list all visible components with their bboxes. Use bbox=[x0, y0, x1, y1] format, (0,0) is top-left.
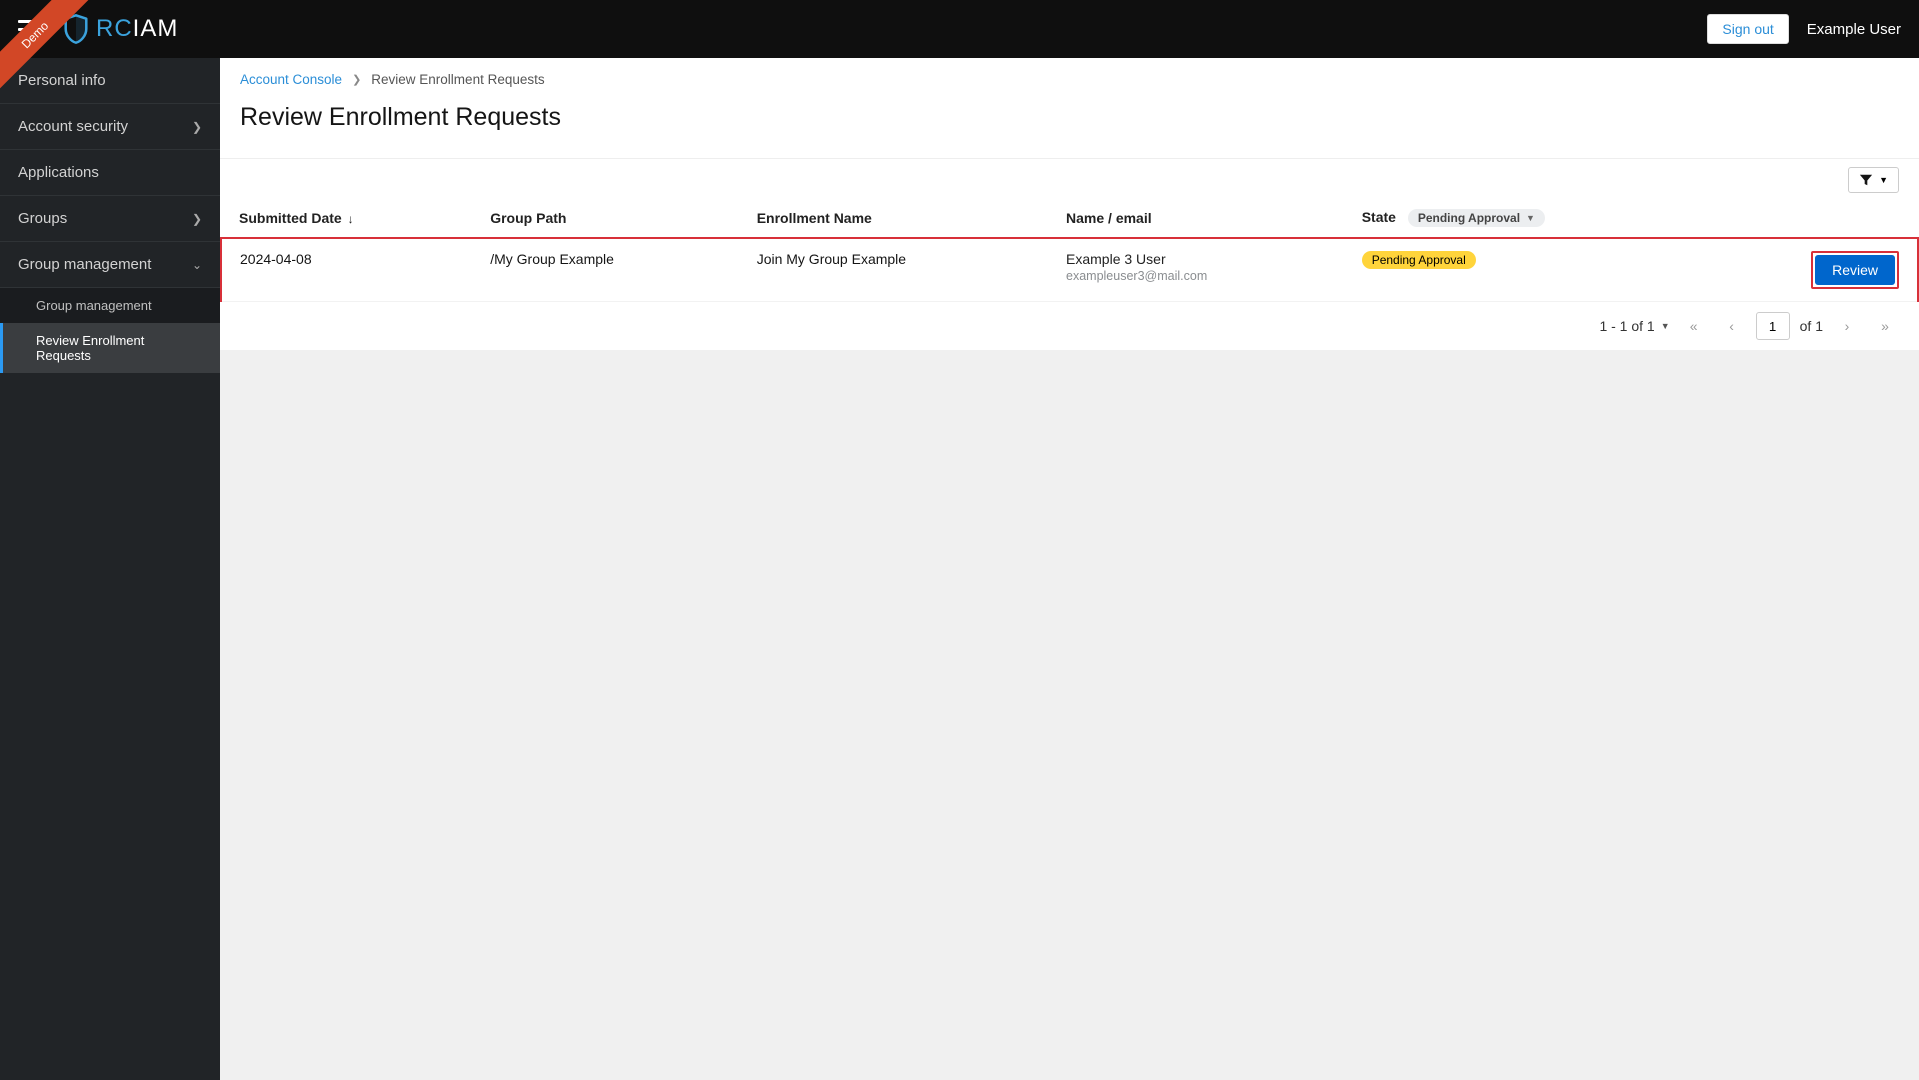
cell-user-email: exampleuser3@mail.com bbox=[1066, 269, 1326, 283]
state-filter-chip[interactable]: Pending Approval ▼ bbox=[1408, 209, 1545, 227]
state-filter-chip-label: Pending Approval bbox=[1418, 211, 1520, 225]
breadcrumb-current: Review Enrollment Requests bbox=[371, 72, 544, 87]
col-state[interactable]: State Pending Approval ▼ bbox=[1344, 199, 1710, 238]
col-actions bbox=[1710, 199, 1918, 238]
signout-button[interactable]: Sign out bbox=[1707, 14, 1788, 44]
cell-enrollment-name: Join My Group Example bbox=[739, 238, 1048, 302]
caret-down-icon: ▼ bbox=[1879, 175, 1888, 185]
pagination: 1 - 1 of 1 ▼ « ‹ of 1 › » bbox=[220, 302, 1919, 350]
col-name-email[interactable]: Name / email bbox=[1048, 199, 1344, 238]
sidebar-item-group-management[interactable]: Group management ⌄ bbox=[0, 242, 220, 288]
state-badge-pending: Pending Approval bbox=[1362, 251, 1476, 269]
filter-button[interactable]: ▼ bbox=[1848, 167, 1899, 193]
pagination-first-button[interactable]: « bbox=[1680, 312, 1708, 340]
col-label: Group Path bbox=[490, 210, 566, 226]
caret-down-icon: ▼ bbox=[1526, 213, 1535, 223]
sidebar-item-label: Applications bbox=[18, 164, 99, 181]
sidebar-item-label: Group management bbox=[18, 256, 151, 273]
filter-icon bbox=[1859, 173, 1873, 187]
col-label: State bbox=[1362, 209, 1396, 225]
cell-name-email: Example 3 User exampleuser3@mail.com bbox=[1048, 238, 1344, 302]
caret-down-icon: ▼ bbox=[1661, 321, 1670, 331]
table-toolbar: ▼ bbox=[220, 158, 1919, 199]
chevron-right-icon: ❯ bbox=[192, 120, 202, 134]
sidebar-subitem-review-enrollment-requests[interactable]: Review Enrollment Requests bbox=[0, 323, 220, 373]
pagination-page-input[interactable] bbox=[1756, 312, 1790, 340]
sidebar-item-label: Personal info bbox=[18, 72, 106, 89]
col-group-path[interactable]: Group Path bbox=[472, 199, 738, 238]
enrollment-requests-table: Submitted Date ↓ Group Path Enrollment N… bbox=[220, 199, 1919, 302]
sidebar-subitem-label: Review Enrollment Requests bbox=[36, 333, 144, 363]
pagination-range[interactable]: 1 - 1 of 1 ▼ bbox=[1599, 318, 1669, 334]
cell-user-name: Example 3 User bbox=[1066, 251, 1326, 267]
review-button[interactable]: Review bbox=[1815, 255, 1895, 285]
col-submitted-date[interactable]: Submitted Date ↓ bbox=[221, 199, 472, 238]
pagination-of-label: of 1 bbox=[1800, 318, 1823, 334]
sidebar-item-label: Groups bbox=[18, 210, 67, 227]
page-title: Review Enrollment Requests bbox=[220, 95, 1919, 158]
col-label: Submitted Date bbox=[239, 210, 342, 226]
cell-group-path: /My Group Example bbox=[472, 238, 738, 302]
col-enrollment-name[interactable]: Enrollment Name bbox=[739, 199, 1048, 238]
sidebar-item-account-security[interactable]: Account security ❯ bbox=[0, 104, 220, 150]
brand-logo[interactable]: RCIAM bbox=[62, 13, 178, 45]
topbar: Demo RCIAM Sign out Example User bbox=[0, 0, 1919, 58]
col-label: Enrollment Name bbox=[757, 210, 872, 226]
sort-desc-icon: ↓ bbox=[348, 212, 354, 226]
hamburger-icon[interactable] bbox=[18, 20, 40, 38]
col-label: Name / email bbox=[1066, 210, 1152, 226]
pagination-next-button[interactable]: › bbox=[1833, 312, 1861, 340]
sidebar: Personal info Account security ❯ Applica… bbox=[0, 58, 220, 1080]
chevron-right-icon: ❯ bbox=[192, 212, 202, 226]
breadcrumb: Account Console ❯ Review Enrollment Requ… bbox=[220, 58, 1919, 95]
breadcrumb-root-link[interactable]: Account Console bbox=[240, 72, 342, 87]
shield-icon bbox=[62, 13, 90, 45]
sidebar-item-label: Account security bbox=[18, 118, 128, 135]
sidebar-item-groups[interactable]: Groups ❯ bbox=[0, 196, 220, 242]
cell-actions: Review bbox=[1710, 238, 1918, 302]
pagination-last-button[interactable]: » bbox=[1871, 312, 1899, 340]
pagination-prev-button[interactable]: ‹ bbox=[1718, 312, 1746, 340]
current-user-label: Example User bbox=[1807, 21, 1901, 38]
sidebar-submenu-group-management: Group management Review Enrollment Reque… bbox=[0, 288, 220, 373]
sidebar-item-applications[interactable]: Applications bbox=[0, 150, 220, 196]
sidebar-subitem-label: Group management bbox=[36, 298, 152, 313]
main-content: Account Console ❯ Review Enrollment Requ… bbox=[220, 58, 1919, 1080]
chevron-right-icon: ❯ bbox=[352, 73, 361, 86]
sidebar-item-personal-info[interactable]: Personal info bbox=[0, 58, 220, 104]
sidebar-subitem-group-management[interactable]: Group management bbox=[0, 288, 220, 323]
chevron-down-icon: ⌄ bbox=[192, 258, 202, 272]
brand-text-rc: RC bbox=[96, 15, 133, 42]
empty-area bbox=[220, 350, 1919, 1080]
brand-text-iam: IAM bbox=[133, 15, 179, 42]
table-row: 2024-04-08 /My Group Example Join My Gro… bbox=[221, 238, 1918, 302]
cell-submitted-date: 2024-04-08 bbox=[221, 238, 472, 302]
pagination-range-text: 1 - 1 of 1 bbox=[1599, 318, 1654, 334]
cell-state: Pending Approval bbox=[1344, 238, 1710, 302]
